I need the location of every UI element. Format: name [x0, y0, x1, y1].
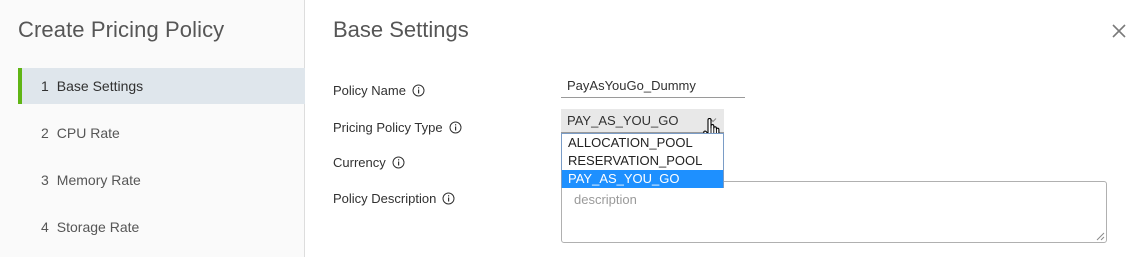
step-memory-rate[interactable]: 3 Memory Rate [18, 162, 305, 198]
step-number: 1 [41, 78, 49, 94]
select-value: PAY_AS_YOU_GO [567, 113, 679, 128]
step-number: 4 [41, 219, 49, 235]
wizard-sidebar: Create Pricing Policy 1 Base Settings 2 … [0, 0, 305, 257]
close-button[interactable] [1108, 20, 1130, 42]
close-icon [1112, 24, 1126, 38]
policy-description-label-text: Policy Description [333, 191, 437, 206]
step-label: CPU Rate [56, 125, 120, 141]
wizard-steps: 1 Base Settings 2 CPU Rate 3 Memory Rate… [18, 68, 305, 256]
policy-name-label-text: Policy Name [333, 83, 406, 98]
currency-label: Currency [333, 155, 405, 170]
step-storage-rate[interactable]: 4 Storage Rate [18, 209, 305, 245]
policy-name-label: Policy Name [333, 83, 425, 98]
info-icon[interactable] [442, 192, 455, 205]
step-number: 3 [41, 172, 49, 188]
step-number: 2 [41, 125, 49, 141]
option-allocation-pool[interactable]: ALLOCATION_POOL [562, 134, 723, 152]
info-icon[interactable] [449, 121, 462, 134]
wizard-title: Create Pricing Policy [18, 17, 225, 42]
step-label: Base Settings [56, 78, 144, 94]
pricing-policy-type-options: ALLOCATION_POOL RESERVATION_POOL PAY_AS_… [561, 133, 724, 188]
step-label: Storage Rate [56, 219, 140, 235]
info-icon[interactable] [412, 84, 425, 97]
policy-description-label: Policy Description [333, 191, 455, 206]
option-pay-as-you-go[interactable]: PAY_AS_YOU_GO [562, 170, 723, 188]
step-base-settings[interactable]: 1 Base Settings [18, 68, 305, 104]
pricing-policy-type-select[interactable]: PAY_AS_YOU_GO [561, 109, 724, 133]
policy-description-textarea[interactable] [561, 181, 1107, 243]
policy-name-input[interactable] [561, 74, 745, 98]
step-cpu-rate[interactable]: 2 CPU Rate [18, 115, 305, 151]
option-reservation-pool[interactable]: RESERVATION_POOL [562, 152, 723, 170]
pricing-policy-type-label: Pricing Policy Type [333, 120, 462, 135]
step-label: Memory Rate [56, 172, 141, 188]
pricing-policy-type-label-text: Pricing Policy Type [333, 120, 443, 135]
page-title: Base Settings [333, 17, 469, 42]
info-icon[interactable] [392, 156, 405, 169]
currency-label-text: Currency [333, 155, 386, 170]
